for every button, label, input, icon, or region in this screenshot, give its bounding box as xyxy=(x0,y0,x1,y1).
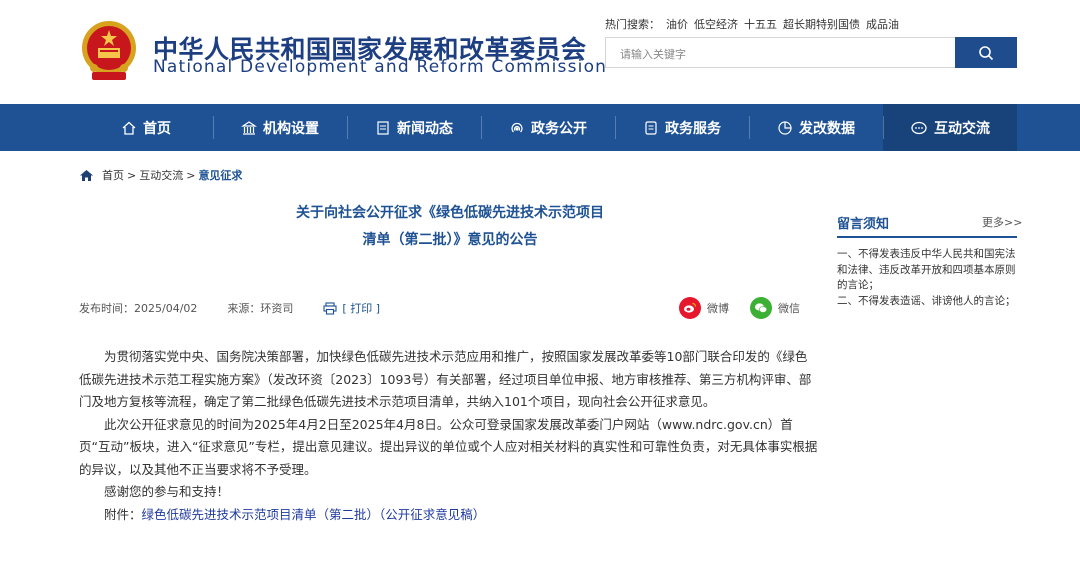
print-label: [ 打印 ] xyxy=(342,302,380,315)
attachment-label: 附件： xyxy=(104,506,142,522)
hot-term[interactable]: 成品油 xyxy=(866,18,899,31)
article-paragraph: 感谢您的参与和支持！ xyxy=(104,484,230,499)
site-name-en[interactable]: National Development and Reform Commissi… xyxy=(153,57,607,77)
national-emblem-icon[interactable] xyxy=(80,20,138,82)
hot-term[interactable]: 低空经济 xyxy=(694,18,738,31)
breadcrumb-current[interactable]: 意见征求 xyxy=(198,167,242,183)
chat-icon xyxy=(910,120,928,136)
article-title: 关于向社会公开征求《绿色低碳先进技术示范项目 清单（第二批）》意见的公告 xyxy=(260,200,640,254)
document-icon xyxy=(643,120,659,136)
search-input[interactable]: 请输入关键字 xyxy=(605,37,957,68)
sidebar-note: 一、不得发表违反中华人民共和国宪法和法律、违反改革开放和四项基本原则的言论； xyxy=(837,248,1016,291)
nav-item-public-affairs[interactable]: 政务公开 xyxy=(481,104,615,151)
site-header: 中华人民共和国国家发展和改革委员会 National Development a… xyxy=(0,0,1080,104)
attachment-link[interactable]: 绿色低碳先进技术示范项目清单（第二批）（公开征求意见稿） xyxy=(142,507,486,522)
wechat-icon xyxy=(750,297,772,319)
nav-label: 互动交流 xyxy=(934,120,990,137)
weibo-label: 微博 xyxy=(707,302,729,315)
nav-label: 政务服务 xyxy=(665,120,721,137)
nav-label: 发改数据 xyxy=(799,120,855,137)
weibo-icon xyxy=(679,297,701,319)
share-wechat[interactable]: 微信 xyxy=(750,297,800,319)
sidebar-notes: 一、不得发表违反中华人民共和国宪法和法律、违反改革开放和四项基本原则的言论； 二… xyxy=(837,247,1017,309)
news-icon xyxy=(375,120,391,136)
article-body: 为贯彻落实党中央、国务院决策部署，加快绿色低碳先进技术示范应用和推广，按照国家发… xyxy=(79,346,819,526)
article-title-line: 关于向社会公开征求《绿色低碳先进技术示范项目 xyxy=(296,205,604,221)
share-weibo[interactable]: 微博 xyxy=(679,297,729,319)
breadcrumb-item[interactable]: 首页 xyxy=(102,167,124,183)
hot-search-label: 热门搜索： xyxy=(605,18,660,31)
home-icon[interactable] xyxy=(79,169,94,182)
building-icon xyxy=(241,120,257,136)
article-source: 来源：环资司 xyxy=(227,302,294,315)
breadcrumb-separator: > xyxy=(186,168,196,182)
main-nav: 首页 机构设置 新闻动态 政务公开 政务服务 发改数据 互动交流 xyxy=(0,104,1080,151)
nav-item-organization[interactable]: 机构设置 xyxy=(213,104,347,151)
sidebar-divider xyxy=(837,236,1017,238)
printer-icon xyxy=(323,301,337,315)
breadcrumb-separator: > xyxy=(127,168,137,182)
sidebar-title: 留言须知 xyxy=(837,217,890,232)
pie-chart-icon xyxy=(777,120,793,136)
hot-term[interactable]: 超长期特别国债 xyxy=(783,18,860,31)
nav-label: 首页 xyxy=(143,120,171,137)
breadcrumb-item[interactable]: 互动交流 xyxy=(139,167,183,183)
article-paragraph: 此次公开征求意见的时间为2025年4月2日至2025年4月8日。公众可登录国家发… xyxy=(79,416,818,477)
search-icon xyxy=(979,45,994,60)
breadcrumb: 首页 > 互动交流 > 意见征求 xyxy=(79,167,242,183)
article-paragraph: 为贯彻落实党中央、国务院决策部署，加快绿色低碳先进技术示范应用和推广，按照国家发… xyxy=(79,349,812,409)
nav-label: 新闻动态 xyxy=(397,120,453,137)
hot-term[interactable]: 油价 xyxy=(666,18,688,31)
attachment: 附件：绿色低碳先进技术示范项目清单（第二批）（公开征求意见稿） xyxy=(79,504,819,527)
broadcast-icon xyxy=(509,120,525,136)
article-meta: 发布时间：2025/04/02 来源：环资司 [ 打印 ] xyxy=(79,300,380,316)
nav-label: 机构设置 xyxy=(263,120,319,137)
print-button[interactable]: [ 打印 ] xyxy=(323,300,380,316)
hot-search: 热门搜索： 油价 低空经济 十五五 超长期特别国债 成品油 xyxy=(605,16,905,32)
wechat-label: 微信 xyxy=(778,302,800,315)
hot-term[interactable]: 十五五 xyxy=(744,18,777,31)
search-button[interactable] xyxy=(955,37,1017,68)
publish-time: 发布时间：2025/04/02 xyxy=(79,302,198,315)
nav-item-news[interactable]: 新闻动态 xyxy=(347,104,481,151)
nav-item-interaction[interactable]: 互动交流 xyxy=(883,104,1017,151)
nav-item-data[interactable]: 发改数据 xyxy=(749,104,883,151)
sidebar-note: 二、不得发表造谣、诽谤他人的言论； xyxy=(837,294,1016,307)
nav-label: 政务公开 xyxy=(531,120,587,137)
article-title-line: 清单（第二批）》意见的公告 xyxy=(362,232,538,248)
nav-item-services[interactable]: 政务服务 xyxy=(615,104,749,151)
home-icon xyxy=(121,120,137,136)
nav-item-home[interactable]: 首页 xyxy=(79,104,213,151)
more-link[interactable]: 更多>> xyxy=(982,214,1022,230)
